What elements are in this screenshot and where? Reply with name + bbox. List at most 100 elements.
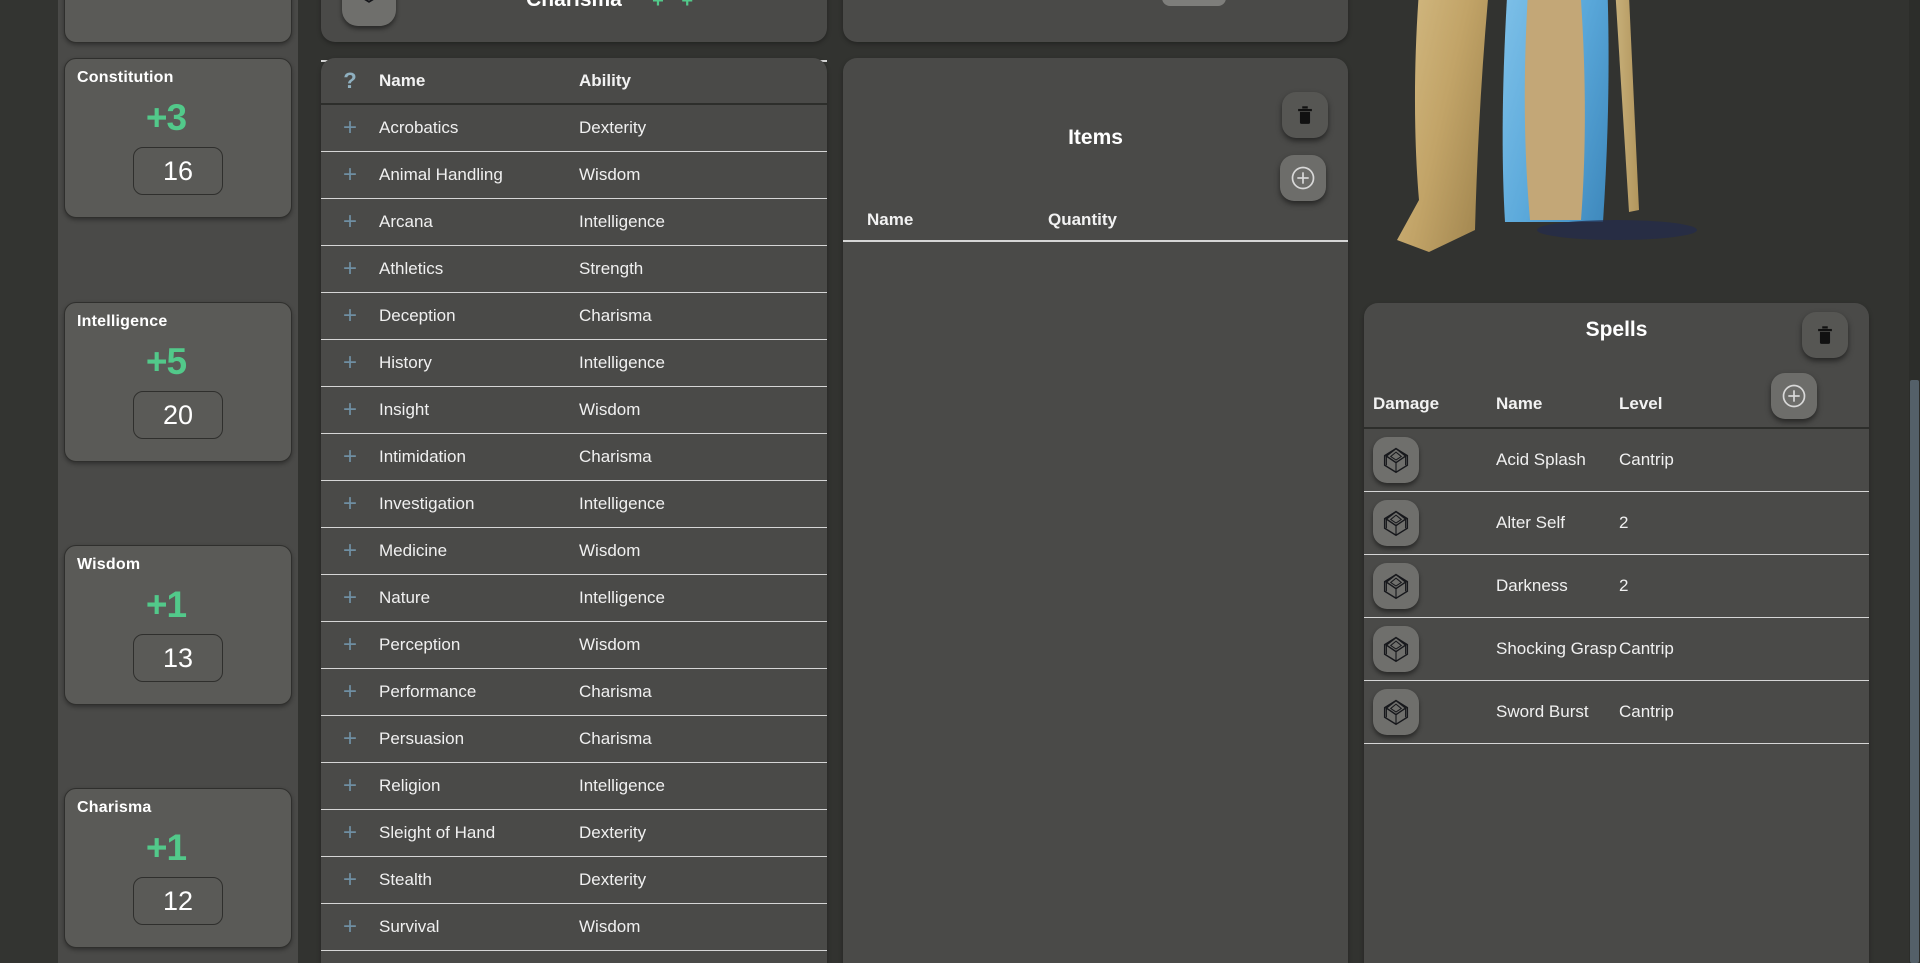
spell-row[interactable]: Shocking Grasp Cantrip (1364, 618, 1869, 681)
character-portrait (1367, 0, 1707, 290)
skill-name: Athletics (379, 259, 444, 278)
vertical-scrollbar-thumb[interactable] (1910, 380, 1919, 963)
ability-card-charisma[interactable]: Charisma +1 12 (64, 788, 292, 948)
spell-name: Shocking Grasp (1496, 639, 1617, 658)
skill-row[interactable]: + Nature Intelligence (321, 575, 827, 622)
d20-dice-icon[interactable] (1373, 689, 1419, 735)
left-rail (0, 0, 58, 963)
skill-row[interactable]: + Deception Charisma (321, 293, 827, 340)
skill-add-icon[interactable]: + (321, 913, 379, 941)
skill-add-icon[interactable]: + (321, 490, 379, 518)
partial-panel-button[interactable] (1162, 0, 1226, 6)
ability-score-intelligence[interactable]: 20 (133, 391, 223, 439)
skill-add-icon[interactable]: + (321, 866, 379, 894)
skill-add-icon[interactable]: + (321, 631, 379, 659)
d20-dice-icon[interactable] (1373, 437, 1419, 483)
d20-dice-icon[interactable] (1373, 626, 1419, 672)
skill-row[interactable]: + Performance Charisma (321, 669, 827, 716)
partial-panel-plus-marks: + + (652, 0, 699, 12)
skill-row[interactable]: + Animal Handling Wisdom (321, 152, 827, 199)
skill-name: Intimidation (379, 447, 466, 466)
items-header-quantity: Quantity (1048, 210, 1117, 229)
ability-card-partial-top[interactable] (64, 0, 292, 43)
skills-header-check: ? (343, 67, 357, 93)
skill-row[interactable]: + Religion Intelligence (321, 763, 827, 810)
spell-row[interactable]: Alter Self 2 (1364, 492, 1869, 555)
skill-name: Deception (379, 306, 456, 325)
skill-row[interactable]: + Persuasion Charisma (321, 716, 827, 763)
skill-add-icon[interactable]: + (321, 302, 379, 330)
items-delete-button[interactable] (1282, 92, 1328, 138)
skill-row[interactable]: + Insight Wisdom (321, 387, 827, 434)
items-add-button[interactable] (1280, 155, 1326, 201)
ability-card-constitution[interactable]: Constitution +3 16 (64, 58, 292, 218)
skill-ability: Intelligence (579, 588, 666, 607)
ability-score-wisdom[interactable]: 13 (133, 634, 223, 682)
skill-name: History (379, 353, 432, 372)
spell-name: Acid Splash (1496, 450, 1586, 469)
ability-name-charisma: Charisma (77, 799, 152, 816)
ability-score-constitution[interactable]: 16 (133, 147, 223, 195)
skill-name: Performance (379, 682, 477, 701)
skill-ability: Charisma (579, 447, 652, 466)
skill-row[interactable]: + Survival Wisdom (321, 904, 827, 951)
spell-level: 2 (1619, 513, 1629, 532)
vertical-scrollbar-track[interactable] (1909, 0, 1920, 963)
skill-add-icon[interactable]: + (321, 819, 379, 847)
skill-row[interactable]: + Intimidation Charisma (321, 434, 827, 481)
skill-ability: Intelligence (579, 353, 666, 372)
skill-add-icon[interactable]: + (321, 161, 379, 189)
skill-add-icon[interactable]: + (321, 584, 379, 612)
spells-delete-button[interactable] (1802, 312, 1848, 358)
skill-add-icon[interactable]: + (321, 255, 379, 283)
skill-name: Investigation (379, 494, 475, 513)
spell-name: Darkness (1496, 576, 1568, 595)
skill-ability: Intelligence (579, 494, 666, 513)
ability-name-wisdom: Wisdom (77, 556, 141, 573)
spell-damage-cell (1364, 500, 1496, 546)
spell-name: Alter Self (1496, 513, 1565, 532)
character-sheet-app: Constitution +3 16 Intelligence +5 20 Wi… (0, 0, 1920, 963)
skill-name: Persuasion (379, 729, 465, 748)
ability-modifier-charisma: +1 (145, 827, 187, 868)
skill-row[interactable]: + Arcana Intelligence (321, 199, 827, 246)
skills-panel: ? Name Ability + Acrobatics Dexterity + Anim… (321, 58, 827, 963)
skill-row[interactable]: + Sleight of Hand Dexterity (321, 810, 827, 857)
skills-header-ability: Ability (579, 70, 631, 90)
partial-items-panel (843, 0, 1348, 42)
partial-panel-title: Charisma (321, 0, 827, 12)
spell-row[interactable]: Sword Burst Cantrip (1364, 681, 1869, 744)
ability-score-charisma[interactable]: 12 (133, 877, 223, 925)
skill-add-icon[interactable]: + (321, 443, 379, 471)
skill-add-icon[interactable]: + (321, 114, 379, 142)
spells-panel-title: Spells (1585, 318, 1648, 341)
skill-row[interactable]: + History Intelligence (321, 340, 827, 387)
skill-name: Animal Handling (379, 165, 503, 184)
skill-row[interactable]: + Acrobatics Dexterity (321, 105, 827, 152)
spells-panel: Spells Damage Name Level Acid Splash Cant… (1364, 303, 1869, 963)
ability-card-intelligence[interactable]: Intelligence +5 20 (64, 302, 292, 462)
skill-row[interactable]: + Athletics Strength (321, 246, 827, 293)
skill-ability: Charisma (579, 306, 652, 325)
skill-name: Stealth (379, 870, 432, 889)
skill-add-icon[interactable]: + (321, 772, 379, 800)
skill-add-icon[interactable]: + (321, 349, 379, 377)
spell-row[interactable]: Darkness 2 (1364, 555, 1869, 618)
d20-dice-icon[interactable] (1373, 500, 1419, 546)
skill-add-icon[interactable]: + (321, 396, 379, 424)
skill-row[interactable]: + Investigation Intelligence (321, 481, 827, 528)
skill-add-icon[interactable]: + (321, 537, 379, 565)
skill-add-icon[interactable]: + (321, 678, 379, 706)
skill-row[interactable]: + Stealth Dexterity (321, 857, 827, 904)
skill-ability: Charisma (579, 682, 652, 701)
d20-dice-icon[interactable] (1373, 563, 1419, 609)
skill-name: Insight (379, 400, 430, 419)
skill-row[interactable]: + Medicine Wisdom (321, 528, 827, 575)
spells-table-header: Damage Name Level (1364, 381, 1869, 429)
spell-row[interactable]: Acid Splash Cantrip (1364, 429, 1869, 492)
skill-row[interactable]: + Perception Wisdom (321, 622, 827, 669)
skill-add-icon[interactable]: + (321, 725, 379, 753)
skill-name: Arcana (379, 212, 433, 231)
skill-add-icon[interactable]: + (321, 208, 379, 236)
ability-card-wisdom[interactable]: Wisdom +1 13 (64, 545, 292, 705)
